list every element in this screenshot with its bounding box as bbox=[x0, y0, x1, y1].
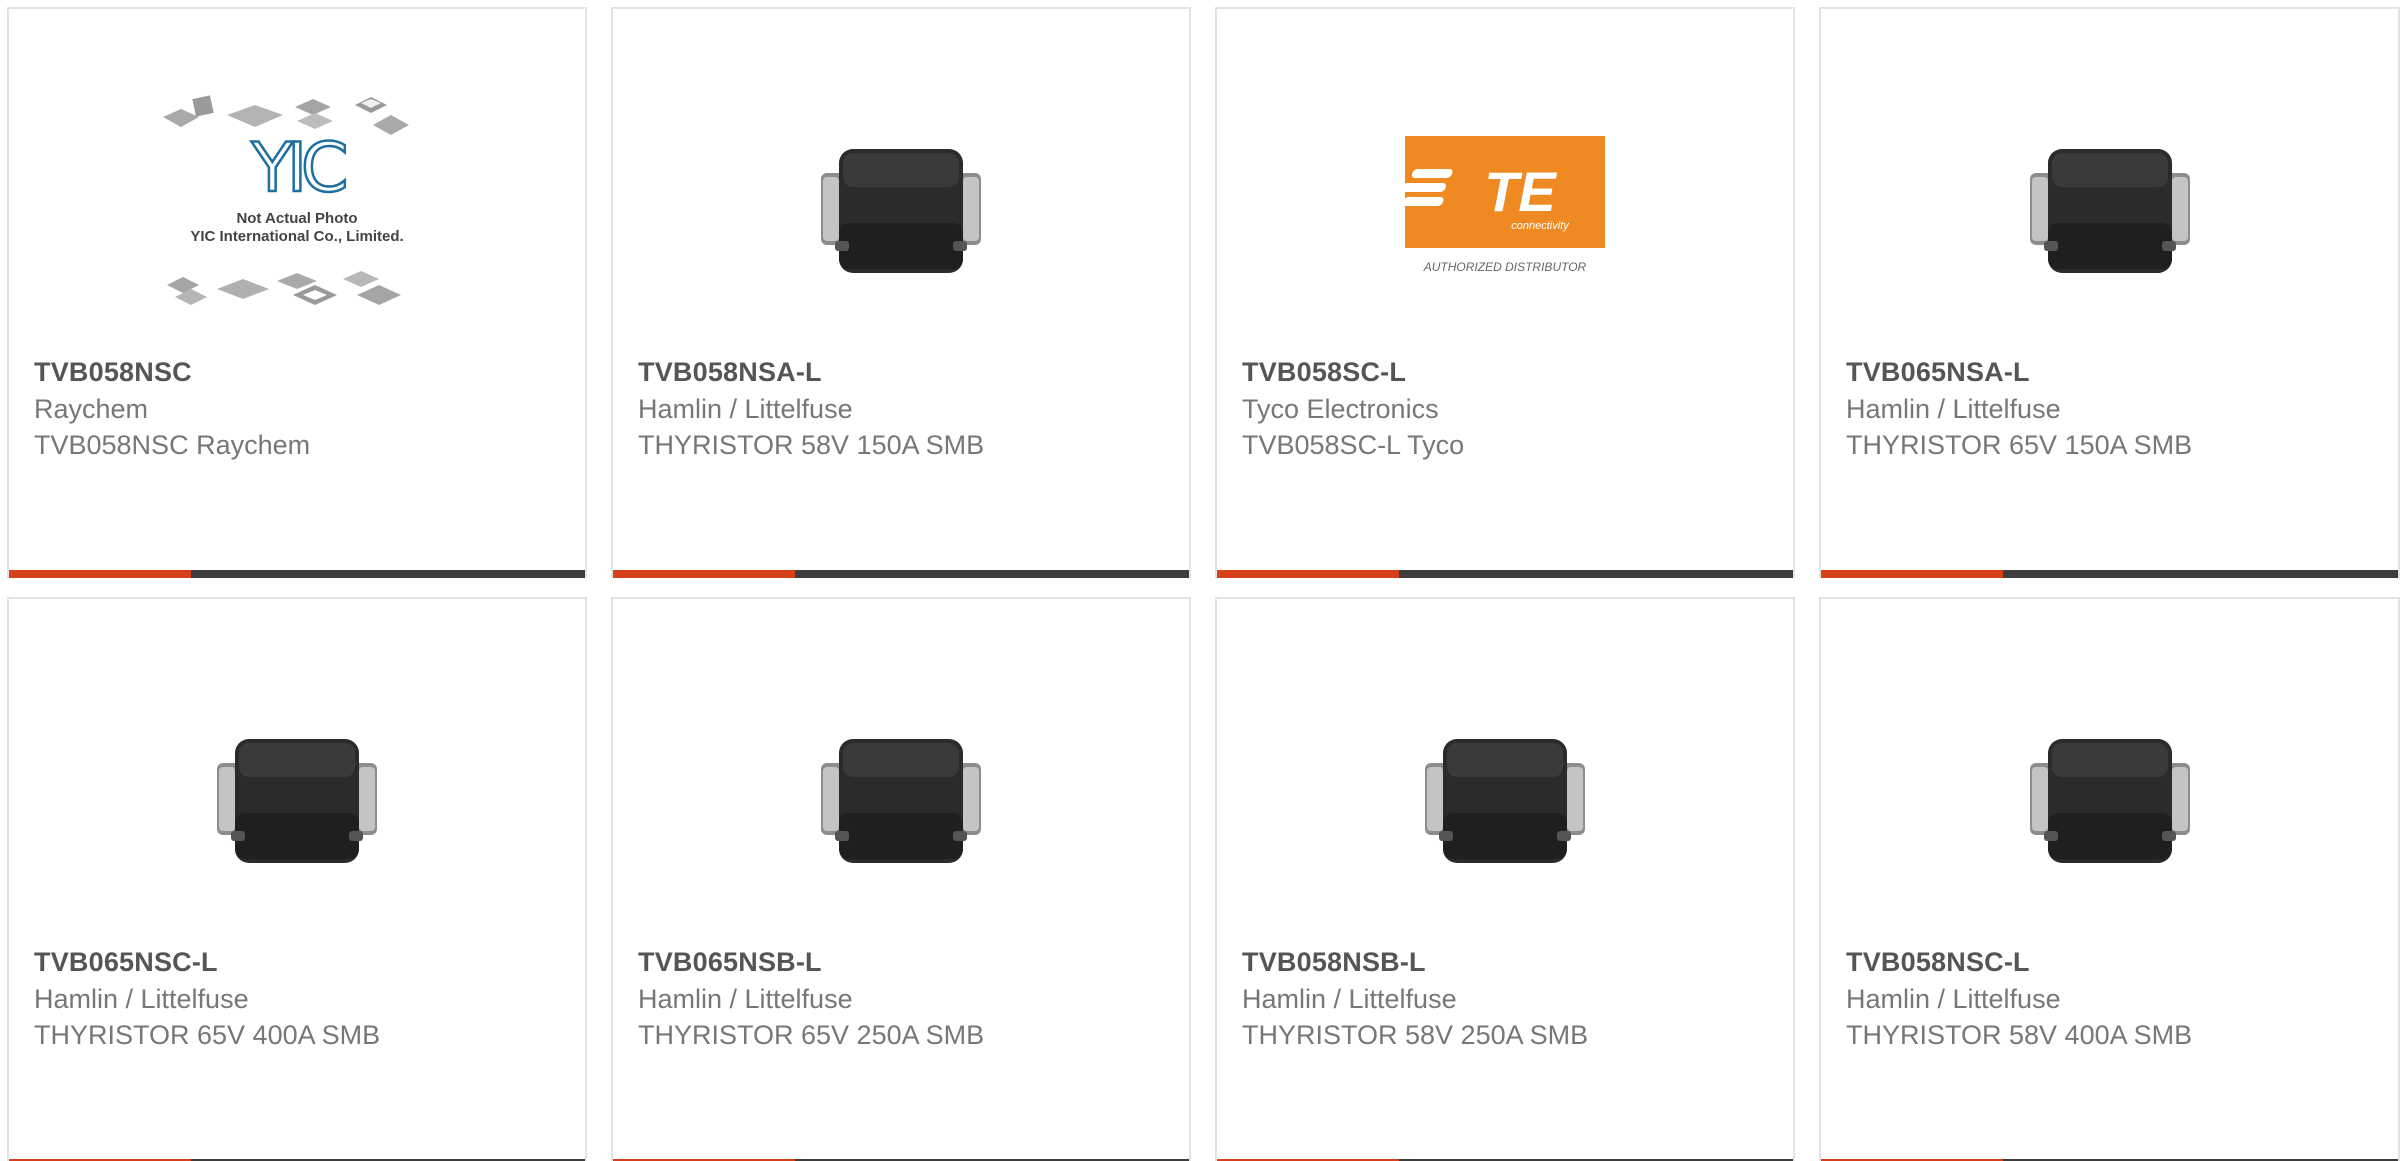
product-part-number[interactable]: TVB058SC-L bbox=[1242, 357, 1406, 388]
product-grid: YIC Not Actual Photo YIC International C… bbox=[0, 0, 2400, 1161]
product-description: TVB058SC-L Tyco bbox=[1242, 430, 1465, 460]
smb-package-icon bbox=[2029, 149, 2190, 273]
product-description: THYRISTOR 58V 400A SMB bbox=[1846, 1020, 2193, 1050]
product-manufacturer: Tyco Electronics bbox=[1242, 394, 1439, 424]
card-accent-bar bbox=[9, 570, 191, 578]
product-image[interactable] bbox=[613, 81, 1189, 341]
smb-package-icon bbox=[217, 739, 377, 863]
card-bottom-bar bbox=[9, 570, 585, 578]
product-image[interactable]: TE connectivity AUTHORIZED DISTRIBUTOR bbox=[1217, 81, 1793, 341]
product-card[interactable]: TVB058NSB-L Hamlin / Littelfuse THYRISTO… bbox=[1215, 597, 1795, 1161]
product-card[interactable]: TVB058NSC-L Hamlin / Littelfuse THYRISTO… bbox=[1819, 597, 2400, 1161]
product-manufacturer: Hamlin / Littelfuse bbox=[34, 984, 249, 1014]
product-manufacturer: Hamlin / Littelfuse bbox=[638, 394, 853, 424]
product-image[interactable] bbox=[1217, 671, 1793, 931]
product-description: THYRISTOR 58V 250A SMB bbox=[1242, 1020, 1589, 1050]
product-card[interactable]: TE connectivity AUTHORIZED DISTRIBUTOR T… bbox=[1215, 7, 1795, 578]
smb-package-icon bbox=[821, 739, 981, 863]
product-manufacturer: Hamlin / Littelfuse bbox=[1846, 984, 2061, 1014]
product-description: THYRISTOR 65V 400A SMB bbox=[34, 1020, 381, 1050]
product-manufacturer: Hamlin / Littelfuse bbox=[1242, 984, 1457, 1014]
image-caption-1: Not Actual Photo bbox=[236, 210, 357, 227]
product-part-number[interactable]: TVB058NSC-L bbox=[1846, 947, 2030, 978]
product-image[interactable] bbox=[1821, 671, 2398, 931]
product-description: TVB058NSC Raychem bbox=[34, 430, 311, 460]
product-card[interactable]: TVB065NSA-L Hamlin / Littelfuse THYRISTO… bbox=[1819, 7, 2400, 578]
product-part-number[interactable]: TVB065NSA-L bbox=[1846, 357, 2030, 388]
product-manufacturer: Hamlin / Littelfuse bbox=[638, 984, 853, 1014]
product-part-number[interactable]: TVB065NSB-L bbox=[638, 947, 822, 978]
product-manufacturer: Hamlin / Littelfuse bbox=[1846, 394, 2061, 424]
card-accent-bar bbox=[613, 570, 795, 578]
product-card[interactable]: TVB058NSA-L Hamlin / Littelfuse THYRISTO… bbox=[611, 7, 1191, 578]
card-accent-bar bbox=[1217, 570, 1399, 578]
card-bottom-bar bbox=[1217, 570, 1793, 578]
te-logo-sub: connectivity bbox=[1511, 220, 1570, 232]
card-accent-bar bbox=[1821, 570, 2003, 578]
yic-logo-text: YIC bbox=[250, 129, 345, 208]
product-part-number[interactable]: TVB065NSC-L bbox=[34, 947, 218, 978]
card-bottom-bar bbox=[1821, 570, 2398, 578]
product-card[interactable]: TVB065NSC-L Hamlin / Littelfuse THYRISTO… bbox=[7, 597, 587, 1161]
product-image[interactable] bbox=[1821, 81, 2398, 341]
product-image[interactable] bbox=[9, 671, 585, 931]
product-card[interactable]: TVB065NSB-L Hamlin / Littelfuse THYRISTO… bbox=[611, 597, 1191, 1161]
product-description: THYRISTOR 58V 150A SMB bbox=[638, 430, 985, 460]
product-card[interactable]: YIC Not Actual Photo YIC International C… bbox=[7, 7, 587, 578]
te-logo-text: TE bbox=[1484, 160, 1557, 223]
product-part-number[interactable]: TVB058NSA-L bbox=[638, 357, 822, 388]
not-actual-photo-icon: YIC Not Actual Photo YIC International C… bbox=[163, 95, 409, 305]
te-connectivity-logo-icon: TE connectivity AUTHORIZED DISTRIBUTOR bbox=[1401, 136, 1605, 274]
smb-package-icon bbox=[1425, 739, 1585, 863]
image-caption-2: YIC International Co., Limited. bbox=[190, 228, 403, 245]
product-image[interactable] bbox=[613, 671, 1189, 931]
product-description: THYRISTOR 65V 150A SMB bbox=[1846, 430, 2193, 460]
product-part-number[interactable]: TVB058NSC bbox=[34, 357, 192, 388]
product-description: THYRISTOR 65V 250A SMB bbox=[638, 1020, 985, 1050]
smb-package-icon bbox=[821, 149, 981, 273]
product-image[interactable]: YIC Not Actual Photo YIC International C… bbox=[9, 81, 585, 341]
smb-package-icon bbox=[2029, 739, 2190, 863]
product-manufacturer: Raychem bbox=[34, 394, 149, 424]
authorized-distributor-caption: AUTHORIZED DISTRIBUTOR bbox=[1423, 260, 1587, 274]
card-bottom-bar bbox=[613, 570, 1189, 578]
product-part-number[interactable]: TVB058NSB-L bbox=[1242, 947, 1426, 978]
